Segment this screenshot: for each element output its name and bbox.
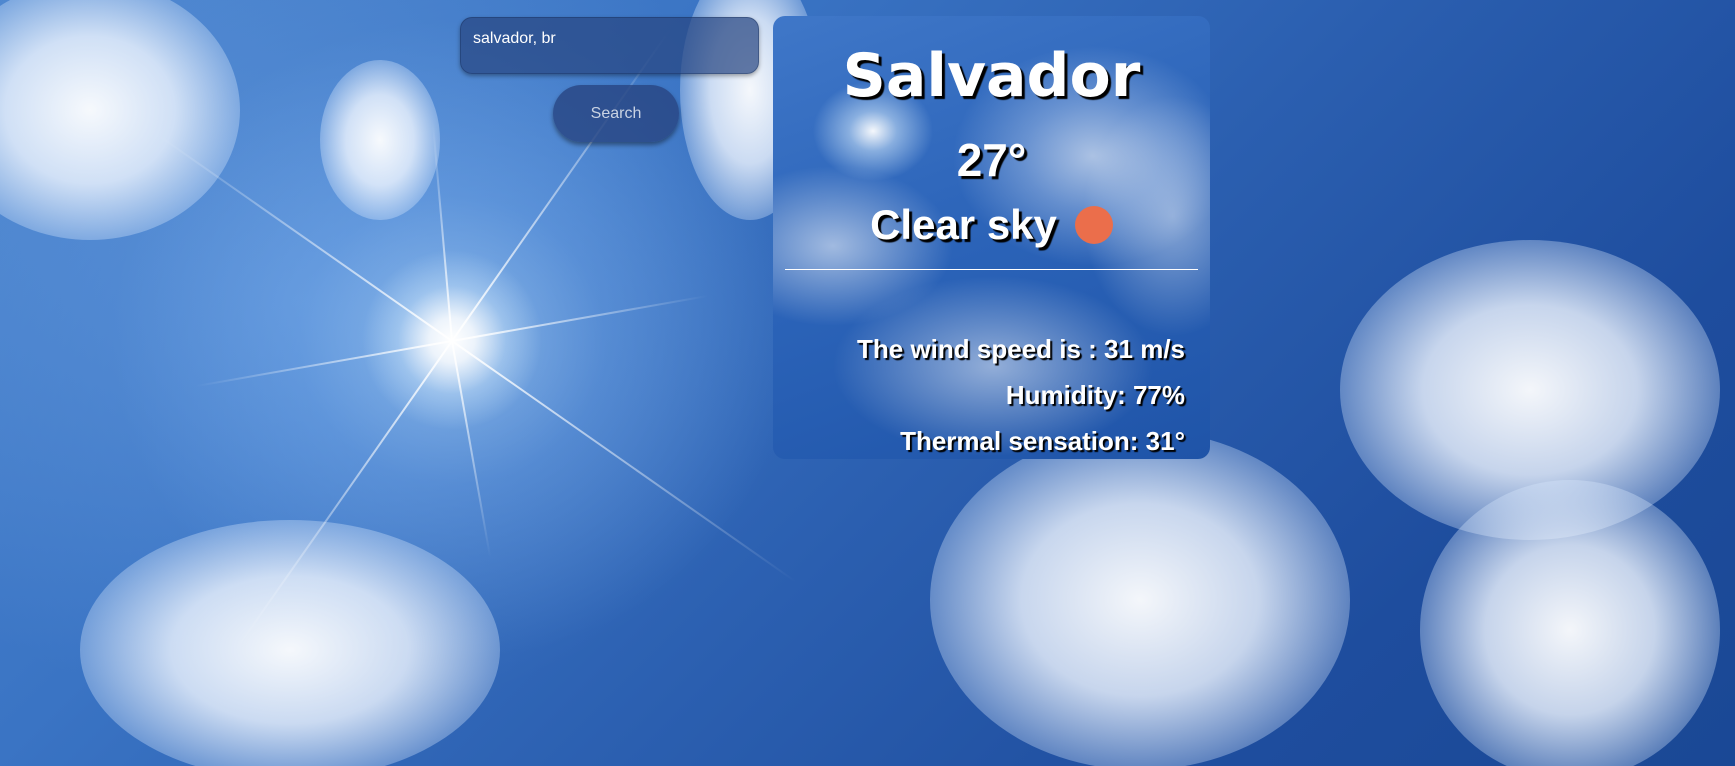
weather-description: Clear sky: [870, 201, 1057, 248]
humidity: Humidity: 77%: [1005, 380, 1185, 410]
sun-ray: [451, 294, 709, 342]
sun-icon: [1074, 206, 1113, 244]
search-button[interactable]: Search: [553, 85, 679, 142]
sun-ray: [451, 340, 797, 583]
divider: [785, 269, 1198, 270]
weather-details: The wind speed is : 31 m/s Humidity: 77%…: [857, 326, 1185, 459]
sun-ray: [451, 29, 671, 342]
wind-speed: The wind speed is : 31 m/s: [857, 334, 1185, 364]
sun-ray: [195, 340, 453, 388]
search-input[interactable]: [460, 17, 759, 74]
city-name: Salvador: [842, 41, 1141, 111]
thermal-sensation: Thermal sensation: 31°: [900, 426, 1185, 456]
background-cloud: [80, 520, 500, 766]
background-cloud: [320, 60, 440, 220]
temperature: 27°: [956, 134, 1027, 186]
background-cloud: [930, 430, 1350, 766]
background-cloud: [0, 0, 240, 240]
sun-ray: [451, 340, 492, 558]
background-cloud: [1420, 480, 1720, 766]
sun-ray: [431, 121, 453, 342]
weather-card: Salvador 27° Clear sky The wind speed is…: [773, 16, 1210, 459]
weather-description-row: Clear sky: [773, 204, 1210, 246]
